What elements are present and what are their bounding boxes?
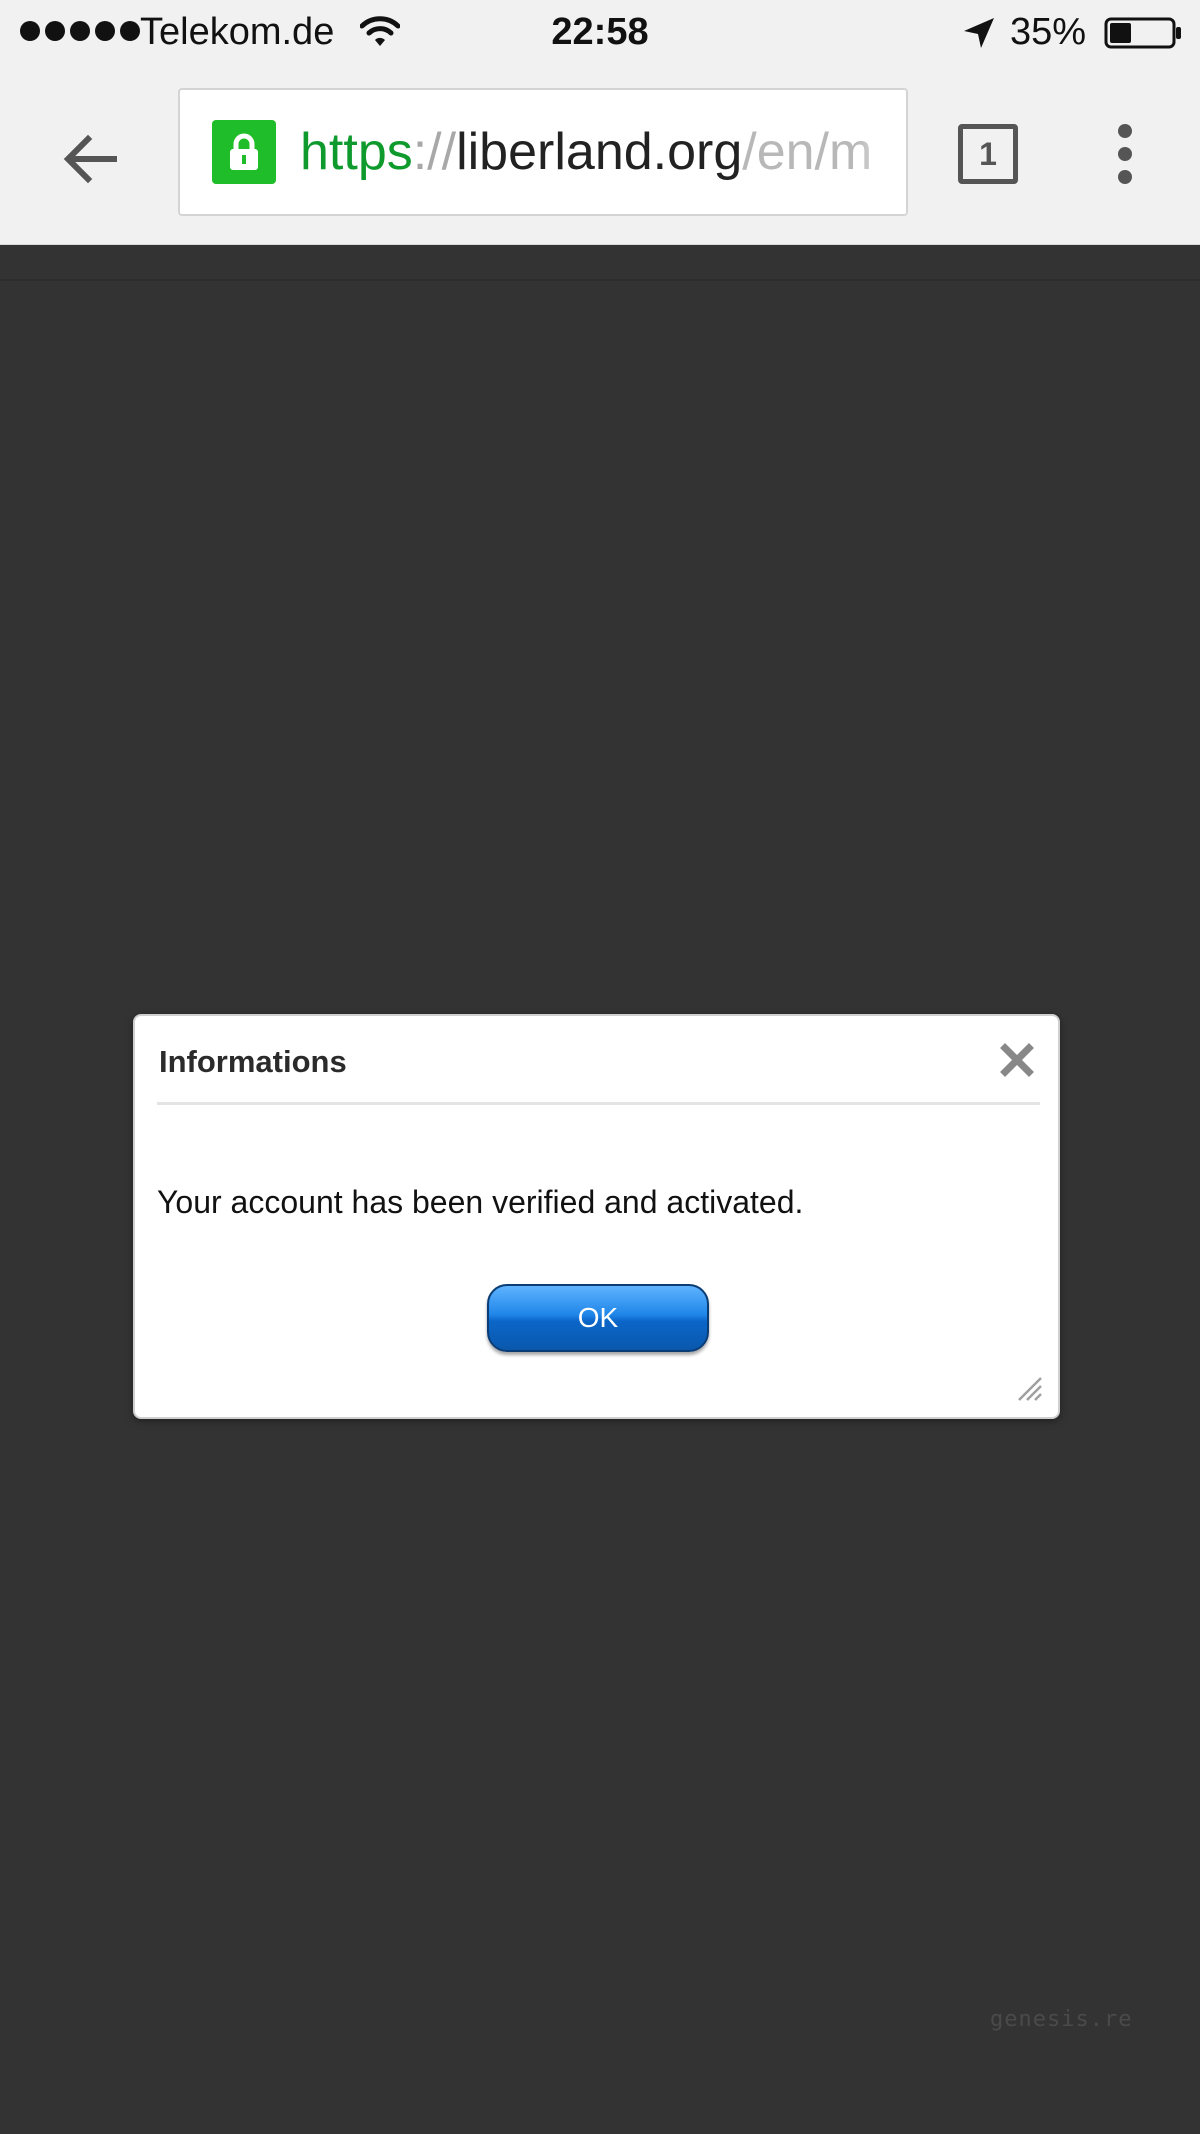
dialog-title: Informations xyxy=(159,1044,347,1079)
overflow-menu-icon[interactable] xyxy=(1100,124,1150,184)
back-button[interactable] xyxy=(40,114,140,204)
dialog-divider xyxy=(157,1102,1040,1105)
dialog-message: Your account has been verified and activ… xyxy=(157,1184,804,1220)
resize-handle-icon[interactable] xyxy=(1015,1374,1043,1402)
location-arrow-icon xyxy=(964,18,994,48)
browser-toolbar: https://liberland.org/en/m 1 xyxy=(0,66,1200,245)
url-host: liberland.org xyxy=(456,123,743,181)
information-dialog: Informations Your account has been verif… xyxy=(133,1014,1060,1419)
page-divider xyxy=(0,279,1200,281)
url-text: https://liberland.org/en/m xyxy=(300,120,872,184)
tab-switcher-icon[interactable]: 1 xyxy=(958,124,1018,184)
watermark-text: genesis.re xyxy=(990,2007,1133,2032)
battery-icon xyxy=(1104,17,1181,49)
url-fade xyxy=(856,90,906,214)
lock-icon xyxy=(212,120,276,184)
battery-percentage: 35% xyxy=(1010,11,1087,53)
ok-button[interactable]: OK xyxy=(487,1284,709,1352)
url-scheme: https xyxy=(300,123,413,181)
url-separator: :// xyxy=(412,123,457,181)
close-icon[interactable] xyxy=(997,1040,1037,1080)
url-path: /en/m xyxy=(742,123,873,181)
address-bar[interactable]: https://liberland.org/en/m xyxy=(178,88,908,216)
tab-count: 1 xyxy=(979,135,997,172)
back-arrow-icon xyxy=(63,134,117,184)
status-bar: Telekom.de 22:58 35% xyxy=(0,0,1200,66)
